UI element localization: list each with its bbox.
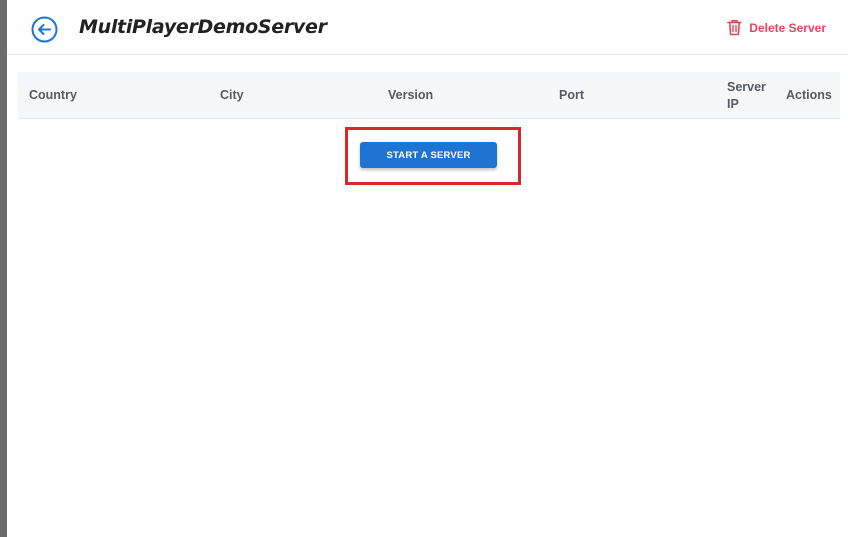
- delete-server-label: Delete Server: [749, 20, 826, 35]
- trash-icon: [727, 20, 743, 36]
- column-header-country[interactable]: Country: [29, 88, 77, 102]
- server-detail-panel: MultiPlayerDemoServer Delete Server Coun…: [7, 0, 848, 537]
- start-server-button[interactable]: START A SERVER: [360, 142, 497, 168]
- column-header-actions: Actions: [786, 88, 832, 102]
- servers-table-header: Country City Version Port Server IP Acti…: [18, 72, 840, 119]
- column-header-port[interactable]: Port: [559, 88, 584, 102]
- column-header-version[interactable]: Version: [388, 88, 433, 102]
- back-button[interactable]: [31, 16, 58, 43]
- column-header-city[interactable]: City: [220, 88, 244, 102]
- column-header-server-ip[interactable]: Server IP: [727, 79, 771, 113]
- page-title: MultiPlayerDemoServer: [79, 16, 327, 38]
- delete-server-button[interactable]: Delete Server: [727, 19, 826, 36]
- window-edge: [0, 0, 7, 537]
- arrow-left-circle-icon: [31, 16, 58, 43]
- page-header: MultiPlayerDemoServer Delete Server: [7, 0, 848, 55]
